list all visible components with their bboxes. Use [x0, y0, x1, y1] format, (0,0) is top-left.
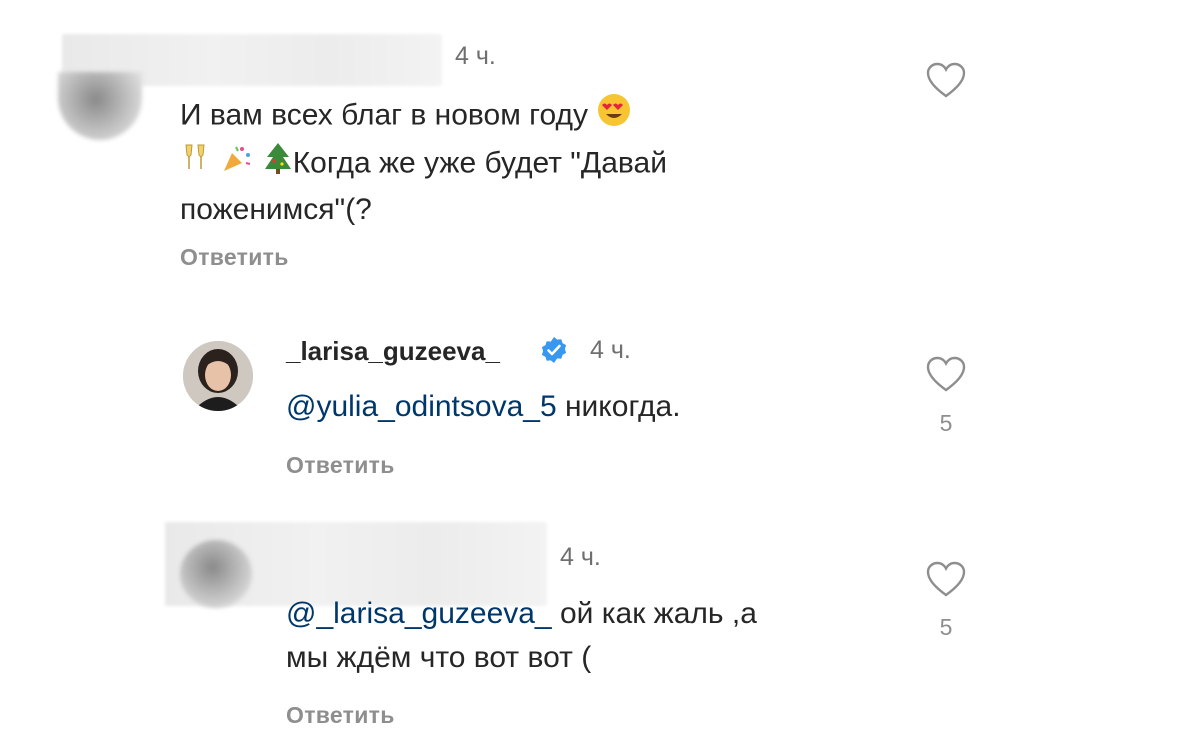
comment-text-line-1: И вам всех благ в новом году — [180, 98, 588, 132]
like-count: 5 — [939, 410, 953, 436]
heart-outline-icon[interactable] — [926, 561, 966, 599]
comment-body: никогда. — [556, 390, 681, 423]
avatar[interactable] — [58, 72, 142, 140]
heart-eyes-emoji-icon — [596, 92, 632, 141]
comment-time: 4 ч. — [560, 543, 601, 571]
heart-outline-icon[interactable] — [926, 356, 966, 394]
avatar[interactable] — [180, 540, 252, 608]
comment-text: @yulia_odintsova_5 никогда. — [286, 385, 681, 429]
champagne-glasses-emoji-icon — [180, 141, 212, 188]
comment-text: И вам всех благ в новом году Когда же уж… — [180, 92, 820, 232]
verified-badge-icon — [540, 336, 568, 364]
avatar[interactable] — [183, 341, 253, 411]
username[interactable]: _larisa_guzeeva_ — [286, 336, 500, 367]
reply-button[interactable]: Ответить — [286, 452, 395, 479]
comment-text-line-2: Когда же уже будет "Давай — [292, 146, 667, 180]
mention-link[interactable]: @yulia_odintsova_5 — [286, 390, 557, 423]
comment-time: 4 ч. — [455, 42, 496, 70]
party-popper-emoji-icon — [220, 141, 254, 188]
reply-button[interactable]: Ответить — [286, 702, 395, 729]
comment-text-line-3: поженимся"(? — [180, 193, 372, 226]
mention-link[interactable]: @_larisa_guzeeva_ — [286, 597, 552, 630]
comment-text: @_larisa_guzeeva_ ой как жаль ,а мы ждём… — [286, 592, 906, 680]
reply-button[interactable]: Ответить — [180, 244, 289, 271]
christmas-tree-emoji-icon — [263, 141, 293, 188]
heart-outline-icon[interactable] — [926, 62, 966, 100]
comment-text-line-2: мы ждём что вот вот ( — [286, 641, 592, 674]
comment-time: 4 ч. — [590, 336, 631, 364]
comment-text-line-1: ой как жаль ,а — [551, 597, 757, 630]
like-count: 5 — [939, 614, 953, 640]
